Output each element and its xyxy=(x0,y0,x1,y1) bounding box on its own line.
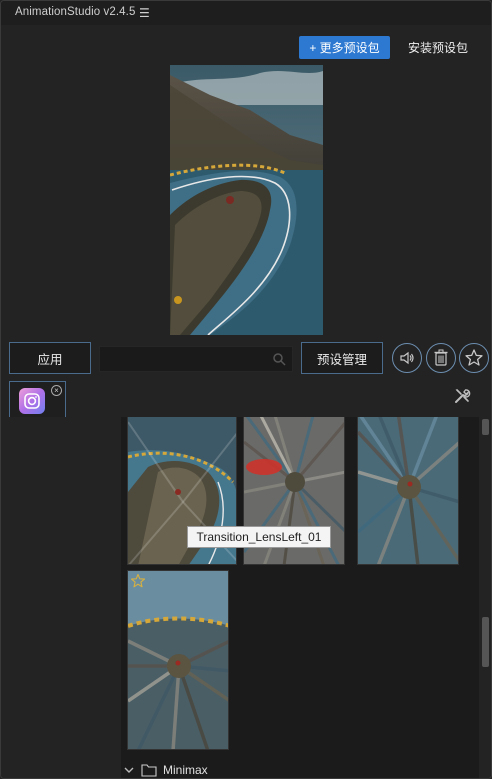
delete-button[interactable] xyxy=(426,343,456,373)
preset-grid[interactable] xyxy=(121,417,479,778)
folder-name: Minimax xyxy=(163,763,208,777)
tools-icon[interactable] xyxy=(453,387,471,405)
title-bar: AnimationStudio v2.4.5 ☰ xyxy=(1,1,491,25)
install-presets-label: 安装预设包 xyxy=(407,41,468,55)
category-tab-strip: × xyxy=(1,381,491,418)
preset-manager-button[interactable]: 预设管理 xyxy=(301,342,383,374)
preset-thumbnail[interactable] xyxy=(357,417,459,565)
volume-icon xyxy=(400,351,414,365)
apply-button[interactable]: 应用 xyxy=(9,342,91,374)
tab-instagram[interactable]: × xyxy=(9,381,66,418)
apply-label: 应用 xyxy=(37,352,63,367)
app-window: AnimationStudio v2.4.5 ☰ + 更多预设包 安装预设包 应… xyxy=(0,0,492,779)
app-title: AnimationStudio v2.4.5 xyxy=(15,6,136,18)
close-icon[interactable]: × xyxy=(51,385,62,396)
favorite-button[interactable] xyxy=(459,343,489,373)
search-input[interactable] xyxy=(106,351,266,369)
volume-button[interactable] xyxy=(392,343,422,373)
install-presets-button[interactable]: 安装预设包 xyxy=(399,36,477,59)
star-icon[interactable] xyxy=(130,573,146,589)
scrollbar-thumb[interactable] xyxy=(482,617,489,667)
search-field[interactable] xyxy=(99,346,293,372)
category-sidebar xyxy=(1,417,121,778)
tooltip-text: Transition_LensLeft_01 xyxy=(196,530,322,544)
preset-preview-image xyxy=(170,65,323,335)
star-icon xyxy=(465,349,483,366)
more-presets-button[interactable]: + 更多预设包 xyxy=(299,36,390,59)
preset-manager-label: 预设管理 xyxy=(316,352,367,367)
search-icon[interactable] xyxy=(272,352,286,366)
chevron-down-icon[interactable] xyxy=(123,764,135,776)
preset-thumbnail[interactable] xyxy=(127,570,229,750)
instagram-icon xyxy=(19,388,45,414)
more-presets-label: + 更多预设包 xyxy=(309,41,380,55)
hamburger-menu-icon[interactable]: ☰ xyxy=(139,6,150,20)
folder-row-minimax[interactable]: Minimax xyxy=(123,761,208,778)
trash-icon xyxy=(434,349,448,366)
folder-icon xyxy=(141,764,157,777)
scrollbar-track[interactable] xyxy=(479,417,491,778)
scrollbar-thumb[interactable] xyxy=(482,419,489,435)
preset-name-tooltip: Transition_LensLeft_01 xyxy=(187,526,331,548)
